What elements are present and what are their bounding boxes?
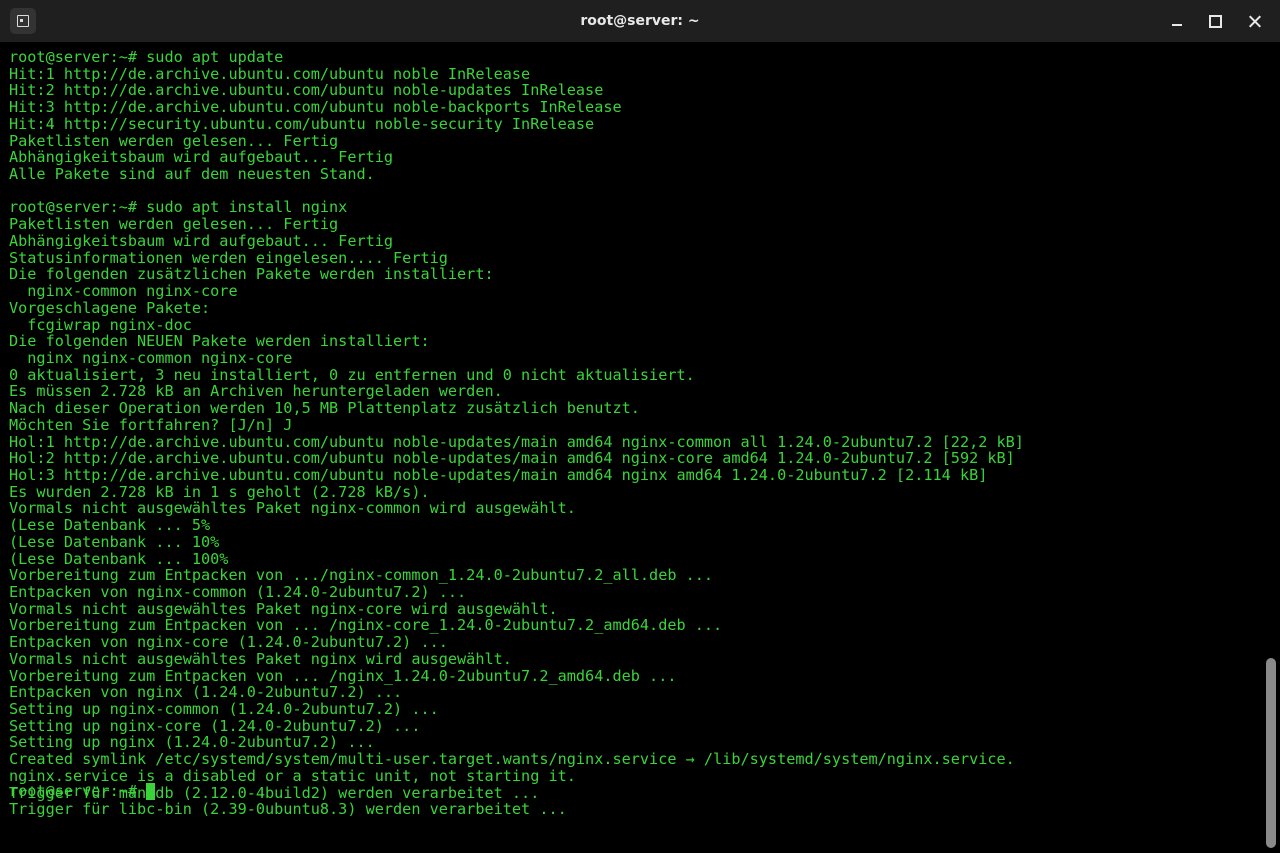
- terminal-line: Hol:1 http://de.archive.ubuntu.com/ubunt…: [9, 432, 1024, 451]
- text-cursor: [146, 782, 156, 800]
- shell-prompt: root@server:~#: [9, 782, 138, 800]
- terminal-line: nginx nginx-common nginx-core: [9, 348, 293, 367]
- terminal-line: Vormals nicht ausgewähltes Paket nginx-c…: [9, 599, 558, 618]
- terminal-line: Paketlisten werden gelesen... Fertig: [9, 131, 339, 150]
- terminal-line: Vormals nicht ausgewähltes Paket nginx-c…: [9, 499, 576, 518]
- new-tab-icon: [17, 15, 29, 27]
- terminal-line: Möchten Sie fortfahren? [J/n] J: [9, 415, 293, 434]
- minimize-button[interactable]: [1166, 10, 1188, 32]
- title-bar[interactable]: root@server: ~: [0, 0, 1280, 42]
- terminal-line: Setting up nginx-core (1.24.0-2ubuntu7.2…: [9, 716, 421, 735]
- terminal-line: nginx.service is a disabled or a static …: [9, 766, 576, 785]
- terminal-line: Trigger für man-db (2.12.0-4build2) werd…: [9, 783, 540, 802]
- terminal-line: Setting up nginx-common (1.24.0-2ubuntu7…: [9, 700, 439, 719]
- terminal-line: fcgiwrap nginx-doc: [9, 315, 192, 334]
- terminal-line: Abhängigkeitsbaum wird aufgebaut... Fert…: [9, 231, 394, 250]
- terminal-line: Die folgenden zusätzlichen Pakete werden…: [9, 265, 494, 284]
- terminal-line: Hit:3 http://de.archive.ubuntu.com/ubunt…: [9, 98, 622, 117]
- terminal-line: (Lese Datenbank ... 10%: [9, 532, 220, 551]
- terminal-line: Vorgeschlagene Pakete:: [9, 298, 211, 317]
- scrollbar-thumb[interactable]: [1266, 658, 1276, 848]
- terminal-line: 0 aktualisiert, 3 neu installiert, 0 zu …: [9, 365, 695, 384]
- terminal-line: Es müssen 2.728 kB an Archiven herunterg…: [9, 382, 503, 401]
- terminal-line: Statusinformationen werden eingelesen...…: [9, 248, 448, 267]
- terminal-line: Hit:1 http://de.archive.ubuntu.com/ubunt…: [9, 64, 531, 83]
- terminal-line: nginx-common nginx-core: [9, 282, 238, 301]
- terminal-line: root@server:~# sudo apt update: [9, 48, 284, 66]
- terminal-line: Hit:2 http://de.archive.ubuntu.com/ubunt…: [9, 81, 604, 100]
- terminal-prompt-line[interactable]: root@server:~#: [9, 782, 156, 800]
- terminal-line: Es wurden 2.728 kB in 1 s geholt (2.728 …: [9, 482, 430, 501]
- terminal-line: (Lese Datenbank ... 5%: [9, 516, 211, 535]
- terminal-line: Entpacken von nginx-core (1.24.0-2ubuntu…: [9, 633, 448, 652]
- terminal-line: Entpacken von nginx-common (1.24.0-2ubun…: [9, 583, 467, 601]
- terminal-output: root@server:~# sudo apt update Hit:1 http…: [9, 49, 1024, 818]
- terminal-line: Entpacken von nginx (1.24.0-2ubuntu7.2) …: [9, 683, 403, 702]
- scrollbar[interactable]: [1262, 42, 1280, 853]
- terminal-line: Vorbereitung zum Entpacken von ... /ngin…: [9, 616, 723, 635]
- terminal-line: Hol:3 http://de.archive.ubuntu.com/ubunt…: [9, 465, 988, 484]
- terminal-area[interactable]: root@server:~# sudo apt update Hit:1 http…: [0, 42, 1262, 853]
- window-title: root@server: ~: [580, 13, 700, 29]
- terminal-line: Created symlink /etc/systemd/system/mult…: [9, 750, 1015, 769]
- maximize-button[interactable]: [1204, 10, 1226, 32]
- terminal-line: Alle Pakete sind auf dem neuesten Stand.: [9, 165, 375, 184]
- terminal-line: Hol:2 http://de.archive.ubuntu.com/ubunt…: [9, 449, 1015, 468]
- maximize-icon: [1208, 14, 1222, 28]
- terminal-window: root@server: ~ root@server:~# sudo apt u…: [0, 0, 1280, 853]
- terminal-line: (Lese Datenbank ... 100%: [9, 549, 229, 568]
- terminal-line: Hit:4 http://security.ubuntu.com/ubuntu …: [9, 114, 595, 133]
- terminal-line: Vormals nicht ausgewähltes Paket nginx w…: [9, 649, 512, 668]
- terminal-line: root@server:~# sudo apt install nginx: [9, 198, 348, 217]
- terminal-line: Vorbereitung zum Entpacken von ... /ngin…: [9, 666, 677, 685]
- terminal-line: Nach dieser Operation werden 10,5 MB Pla…: [9, 399, 640, 418]
- terminal-line: Paketlisten werden gelesen... Fertig: [9, 215, 339, 234]
- terminal-line: Abhängigkeitsbaum wird aufgebaut... Fert…: [9, 148, 394, 167]
- terminal-line: Setting up nginx (1.24.0-2ubuntu7.2) ...: [9, 733, 375, 752]
- terminal-line: Vorbereitung zum Entpacken von .../nginx…: [9, 566, 714, 585]
- terminal-line: Trigger für libc-bin (2.39-0ubuntu8.3) w…: [9, 800, 567, 819]
- terminal-line: Die folgenden NEUEN Pakete werden instal…: [9, 332, 430, 351]
- new-tab-button[interactable]: [10, 8, 36, 34]
- close-icon: [1249, 15, 1262, 28]
- close-button[interactable]: [1244, 10, 1266, 32]
- minimize-icon: [1172, 24, 1182, 26]
